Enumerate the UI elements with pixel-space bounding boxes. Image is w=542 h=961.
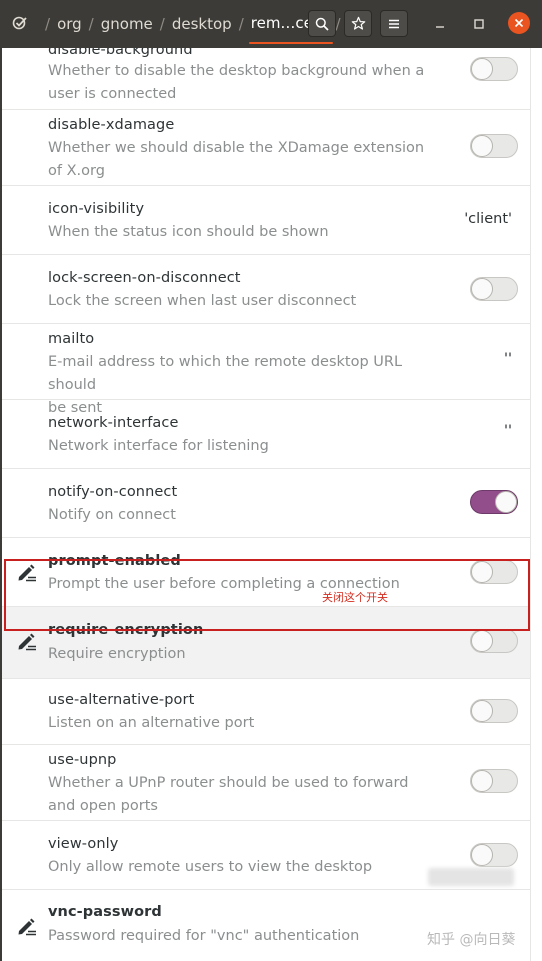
- key-description: Network interface for listening: [48, 438, 269, 454]
- header-bar: / org / gnome / desktop / rem…cess /: [0, 0, 542, 48]
- breadcrumb-separator: /: [159, 15, 165, 33]
- toggle-knob: [471, 135, 493, 157]
- key-description: When the status icon should be shown: [48, 224, 329, 240]
- toggle-knob: [471, 770, 493, 792]
- minimize-icon: [436, 26, 444, 28]
- key-name: disable-xdamage: [48, 117, 175, 133]
- breadcrumb-gnome[interactable]: gnome: [101, 15, 153, 33]
- highlight-box: [4, 559, 530, 631]
- menu-button[interactable]: [380, 10, 408, 37]
- toggle-knob: [471, 278, 493, 300]
- close-icon: [514, 18, 524, 28]
- key-description: Password required for "vnc" authenticati…: [48, 928, 360, 944]
- key-name: icon-visibility: [48, 201, 145, 217]
- annotation-label: 关闭这个开关: [322, 591, 388, 604]
- list-item-network-interface[interactable]: network-interface Network interface for …: [2, 400, 530, 469]
- toggle-switch[interactable]: [470, 134, 518, 158]
- breadcrumb-org[interactable]: org: [57, 15, 82, 33]
- toggle-switch[interactable]: [470, 843, 518, 867]
- key-value: '': [504, 351, 512, 367]
- key-value: '': [504, 423, 512, 439]
- key-name: view-only: [48, 836, 119, 852]
- key-name: vnc-password: [48, 904, 162, 920]
- toggle-switch-on[interactable]: [470, 490, 518, 514]
- key-description: Notify on connect: [48, 507, 176, 523]
- breadcrumb: / org / gnome / desktop / rem…cess /: [38, 0, 348, 48]
- dconf-app-icon: [12, 16, 27, 30]
- list-item-icon-visibility[interactable]: icon-visibility When the status icon sho…: [2, 186, 530, 255]
- hamburger-menu-icon: [389, 19, 399, 28]
- list-item-lock-screen-on-disconnect[interactable]: lock-screen-on-disconnect Lock the scree…: [2, 255, 530, 324]
- key-description: Whether we should disable the XDamage ex…: [48, 140, 425, 179]
- maximize-button[interactable]: [469, 14, 489, 34]
- search-icon: [315, 17, 329, 31]
- key-name: disable-background: [48, 48, 193, 58]
- list-item-notify-on-connect[interactable]: notify-on-connect Notify on connect: [2, 469, 530, 538]
- list-item-vnc-password[interactable]: vnc-password Password required for "vnc"…: [2, 890, 530, 961]
- key-name: mailto: [48, 331, 95, 347]
- search-button[interactable]: [308, 10, 336, 37]
- list-item-mailto[interactable]: mailto E-mail address to which the remot…: [2, 324, 530, 416]
- toggle-switch[interactable]: [470, 57, 518, 81]
- breadcrumb-separator: /: [45, 15, 51, 33]
- list-item-disable-background[interactable]: disable-background Whether to disable th…: [2, 48, 530, 110]
- breadcrumb-separator: /: [238, 15, 244, 33]
- key-description: Whether a UPnP router should be used to …: [48, 775, 409, 814]
- key-value: 'client': [464, 211, 512, 227]
- list-item-use-upnp[interactable]: use-upnp Whether a UPnP router should be…: [2, 745, 530, 821]
- key-name: network-interface: [48, 415, 179, 431]
- redacted-password-value: [428, 868, 514, 886]
- key-description: Require encryption: [48, 646, 186, 662]
- toggle-switch[interactable]: [470, 699, 518, 723]
- key-name: notify-on-connect: [48, 484, 178, 500]
- key-description: Lock the screen when last user disconnec…: [48, 293, 357, 309]
- toggle-switch[interactable]: [470, 277, 518, 301]
- modified-edit-icon: [18, 633, 36, 651]
- toggle-knob: [471, 58, 493, 80]
- toggle-knob: [495, 491, 517, 513]
- toggle-knob: [471, 700, 493, 722]
- bookmark-button[interactable]: [344, 10, 372, 37]
- minimize-button[interactable]: [430, 14, 450, 34]
- key-description: Whether to disable the desktop backgroun…: [48, 63, 425, 102]
- watermark: 知乎 @向日葵: [427, 932, 516, 948]
- toggle-knob: [471, 844, 493, 866]
- key-name: use-alternative-port: [48, 692, 195, 708]
- close-button[interactable]: [508, 12, 530, 34]
- toggle-knob: [471, 630, 493, 652]
- list-item-disable-xdamage[interactable]: disable-xdamage Whether we should disabl…: [2, 110, 530, 186]
- breadcrumb-desktop[interactable]: desktop: [172, 15, 232, 33]
- toggle-switch[interactable]: [470, 769, 518, 793]
- scrollbar[interactable]: [530, 48, 542, 961]
- star-icon: [351, 16, 365, 30]
- key-description: Listen on an alternative port: [48, 715, 255, 731]
- key-description: Only allow remote users to view the desk…: [48, 859, 373, 875]
- breadcrumb-separator: /: [88, 15, 94, 33]
- modified-edit-icon: [18, 918, 36, 936]
- list-item-use-alternative-port[interactable]: use-alternative-port Listen on an altern…: [2, 679, 530, 745]
- key-list[interactable]: disable-background Whether to disable th…: [0, 48, 530, 961]
- toggle-switch[interactable]: [470, 629, 518, 653]
- maximize-icon: [474, 19, 484, 29]
- key-name: use-upnp: [48, 752, 117, 768]
- key-name: lock-screen-on-disconnect: [48, 270, 241, 286]
